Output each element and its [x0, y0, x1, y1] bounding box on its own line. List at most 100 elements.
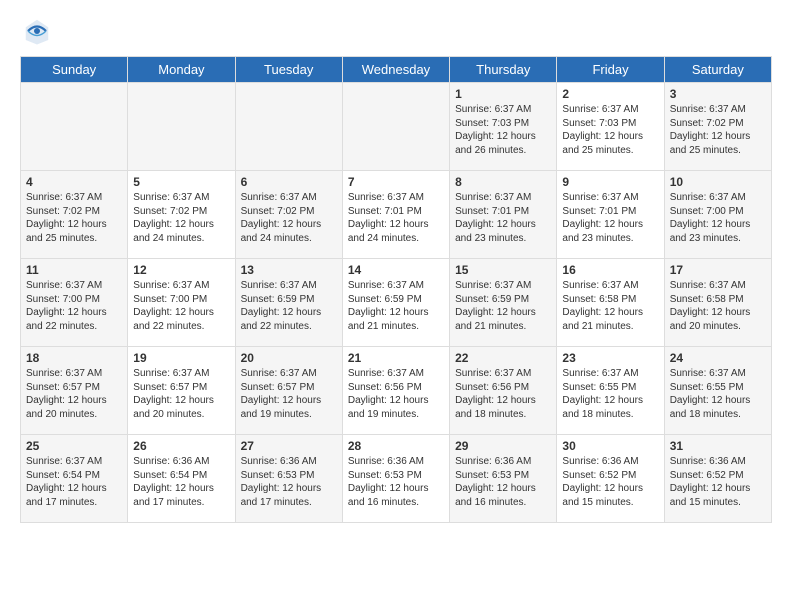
cell-content: Sunrise: 6:37 AM Sunset: 7:01 PM Dayligh… [348, 191, 444, 245]
calendar-cell: 29Sunrise: 6:36 AM Sunset: 6:53 PM Dayli… [450, 435, 557, 523]
calendar-cell: 25 Sunrise: 6:37 AM Sunset: 6:54 PM Dayli… [21, 435, 128, 523]
day-number: 25 [26, 439, 122, 453]
day-number: 15 [455, 263, 551, 277]
page-header [20, 16, 772, 46]
day-header-sunday: Sunday [21, 57, 128, 83]
day-number: 7 [348, 175, 444, 189]
day-number: 2 [562, 87, 658, 101]
cell-content: Sunrise: 6:37 AM Sunset: 6:59 PM Dayligh… [455, 279, 551, 333]
calendar-cell: 19 Sunrise: 6:37 AM Sunset: 6:57 PM Dayli… [128, 347, 235, 435]
page-container: SundayMondayTuesdayWednesdayThursdayFrid… [0, 0, 792, 533]
calendar-cell: 17Sunrise: 6:37 AM Sunset: 6:58 PM Dayli… [664, 259, 771, 347]
cell-content: Sunrise: 6:37 AM Sunset: 6:58 PM Dayligh… [562, 279, 658, 333]
calendar-body: 1 Sunrise: 6:37 AM Sunset: 7:03 PM Daylig… [21, 83, 772, 523]
day-number: 21 [348, 351, 444, 365]
cell-content: Sunrise: 6:36 AM Sunset: 6:53 PM Dayligh… [241, 455, 337, 509]
calendar-cell [21, 83, 128, 171]
day-number: 20 [241, 351, 337, 365]
calendar-header: SundayMondayTuesdayWednesdayThursdayFrid… [21, 57, 772, 83]
day-number: 10 [670, 175, 766, 189]
calendar-cell: 2Sunrise: 6:37 AM Sunset: 7:03 PM Daylig… [557, 83, 664, 171]
cell-content: Sunrise: 6:37 AM Sunset: 6:59 PM Dayligh… [348, 279, 444, 333]
week-row-5: 25 Sunrise: 6:37 AM Sunset: 6:54 PM Dayli… [21, 435, 772, 523]
day-number: 29 [455, 439, 551, 453]
calendar-cell: 4 Sunrise: 6:37 AM Sunset: 7:02 PM Daylig… [21, 171, 128, 259]
calendar-cell: 14 Sunrise: 6:37 AM Sunset: 6:59 PM Dayli… [342, 259, 449, 347]
day-number: 19 [133, 351, 229, 365]
cell-content: Sunrise: 6:36 AM Sunset: 6:52 PM Dayligh… [562, 455, 658, 509]
day-number: 17 [670, 263, 766, 277]
header-row: SundayMondayTuesdayWednesdayThursdayFrid… [21, 57, 772, 83]
day-number: 26 [133, 439, 229, 453]
day-number: 31 [670, 439, 766, 453]
day-number: 5 [133, 175, 229, 189]
calendar-cell: 24 Sunrise: 6:37 AM Sunset: 6:55 PM Dayli… [664, 347, 771, 435]
week-row-3: 11 Sunrise: 6:37 AM Sunset: 7:00 PM Dayli… [21, 259, 772, 347]
cell-content: Sunrise: 6:36 AM Sunset: 6:53 PM Dayligh… [348, 455, 444, 509]
calendar-cell: 3Sunrise: 6:37 AM Sunset: 7:02 PM Daylig… [664, 83, 771, 171]
calendar-cell: 28Sunrise: 6:36 AM Sunset: 6:53 PM Dayli… [342, 435, 449, 523]
calendar-cell: 30 Sunrise: 6:36 AM Sunset: 6:52 PM Dayli… [557, 435, 664, 523]
day-header-saturday: Saturday [664, 57, 771, 83]
cell-content: Sunrise: 6:37 AM Sunset: 7:02 PM Dayligh… [133, 191, 229, 245]
calendar-cell: 22Sunrise: 6:37 AM Sunset: 6:56 PM Dayli… [450, 347, 557, 435]
cell-content: Sunrise: 6:37 AM Sunset: 7:01 PM Dayligh… [455, 191, 551, 245]
calendar-cell: 20 Sunrise: 6:37 AM Sunset: 6:57 PM Dayli… [235, 347, 342, 435]
day-header-tuesday: Tuesday [235, 57, 342, 83]
day-number: 8 [455, 175, 551, 189]
calendar-cell: 12 Sunrise: 6:37 AM Sunset: 7:00 PM Dayli… [128, 259, 235, 347]
cell-content: Sunrise: 6:37 AM Sunset: 7:00 PM Dayligh… [26, 279, 122, 333]
calendar-cell: 23Sunrise: 6:37 AM Sunset: 6:55 PM Dayli… [557, 347, 664, 435]
cell-content: Sunrise: 6:37 AM Sunset: 7:00 PM Dayligh… [133, 279, 229, 333]
cell-content: Sunrise: 6:37 AM Sunset: 6:59 PM Dayligh… [241, 279, 337, 333]
day-number: 24 [670, 351, 766, 365]
day-number: 22 [455, 351, 551, 365]
cell-content: Sunrise: 6:37 AM Sunset: 7:00 PM Dayligh… [670, 191, 766, 245]
calendar-cell: 6 Sunrise: 6:37 AM Sunset: 7:02 PM Daylig… [235, 171, 342, 259]
day-number: 1 [455, 87, 551, 101]
day-header-thursday: Thursday [450, 57, 557, 83]
calendar-cell: 8 Sunrise: 6:37 AM Sunset: 7:01 PM Daylig… [450, 171, 557, 259]
day-header-friday: Friday [557, 57, 664, 83]
calendar-cell: 9 Sunrise: 6:37 AM Sunset: 7:01 PM Daylig… [557, 171, 664, 259]
calendar-cell: 21 Sunrise: 6:37 AM Sunset: 6:56 PM Dayli… [342, 347, 449, 435]
cell-content: Sunrise: 6:37 AM Sunset: 6:56 PM Dayligh… [348, 367, 444, 421]
cell-content: Sunrise: 6:37 AM Sunset: 6:57 PM Dayligh… [133, 367, 229, 421]
cell-content: Sunrise: 6:37 AM Sunset: 7:01 PM Dayligh… [562, 191, 658, 245]
day-number: 16 [562, 263, 658, 277]
calendar-cell: 31 Sunrise: 6:36 AM Sunset: 6:52 PM Dayli… [664, 435, 771, 523]
calendar-cell [342, 83, 449, 171]
week-row-1: 1 Sunrise: 6:37 AM Sunset: 7:03 PM Daylig… [21, 83, 772, 171]
day-number: 27 [241, 439, 337, 453]
day-number: 9 [562, 175, 658, 189]
week-row-4: 18 Sunrise: 6:37 AM Sunset: 6:57 PM Dayli… [21, 347, 772, 435]
cell-content: Sunrise: 6:37 AM Sunset: 6:55 PM Dayligh… [670, 367, 766, 421]
cell-content: Sunrise: 6:36 AM Sunset: 6:52 PM Dayligh… [670, 455, 766, 509]
calendar-cell: 5 Sunrise: 6:37 AM Sunset: 7:02 PM Daylig… [128, 171, 235, 259]
day-number: 30 [562, 439, 658, 453]
cell-content: Sunrise: 6:37 AM Sunset: 6:57 PM Dayligh… [241, 367, 337, 421]
cell-content: Sunrise: 6:37 AM Sunset: 6:54 PM Dayligh… [26, 455, 122, 509]
calendar-cell: 1 Sunrise: 6:37 AM Sunset: 7:03 PM Daylig… [450, 83, 557, 171]
day-number: 6 [241, 175, 337, 189]
calendar-cell: 16 Sunrise: 6:37 AM Sunset: 6:58 PM Dayli… [557, 259, 664, 347]
day-number: 14 [348, 263, 444, 277]
calendar-cell: 11 Sunrise: 6:37 AM Sunset: 7:00 PM Dayli… [21, 259, 128, 347]
day-header-monday: Monday [128, 57, 235, 83]
calendar-cell: 13Sunrise: 6:37 AM Sunset: 6:59 PM Dayli… [235, 259, 342, 347]
calendar-cell: 7 Sunrise: 6:37 AM Sunset: 7:01 PM Daylig… [342, 171, 449, 259]
day-number: 11 [26, 263, 122, 277]
day-header-wednesday: Wednesday [342, 57, 449, 83]
calendar-cell [128, 83, 235, 171]
cell-content: Sunrise: 6:37 AM Sunset: 7:03 PM Dayligh… [455, 103, 551, 157]
day-number: 12 [133, 263, 229, 277]
week-row-2: 4 Sunrise: 6:37 AM Sunset: 7:02 PM Daylig… [21, 171, 772, 259]
cell-content: Sunrise: 6:37 AM Sunset: 7:02 PM Dayligh… [241, 191, 337, 245]
calendar-cell: 27 Sunrise: 6:36 AM Sunset: 6:53 PM Dayli… [235, 435, 342, 523]
cell-content: Sunrise: 6:37 AM Sunset: 6:57 PM Dayligh… [26, 367, 122, 421]
cell-content: Sunrise: 6:37 AM Sunset: 7:02 PM Dayligh… [26, 191, 122, 245]
day-number: 4 [26, 175, 122, 189]
cell-content: Sunrise: 6:37 AM Sunset: 7:02 PM Dayligh… [670, 103, 766, 157]
calendar-cell: 26Sunrise: 6:36 AM Sunset: 6:54 PM Dayli… [128, 435, 235, 523]
day-number: 18 [26, 351, 122, 365]
